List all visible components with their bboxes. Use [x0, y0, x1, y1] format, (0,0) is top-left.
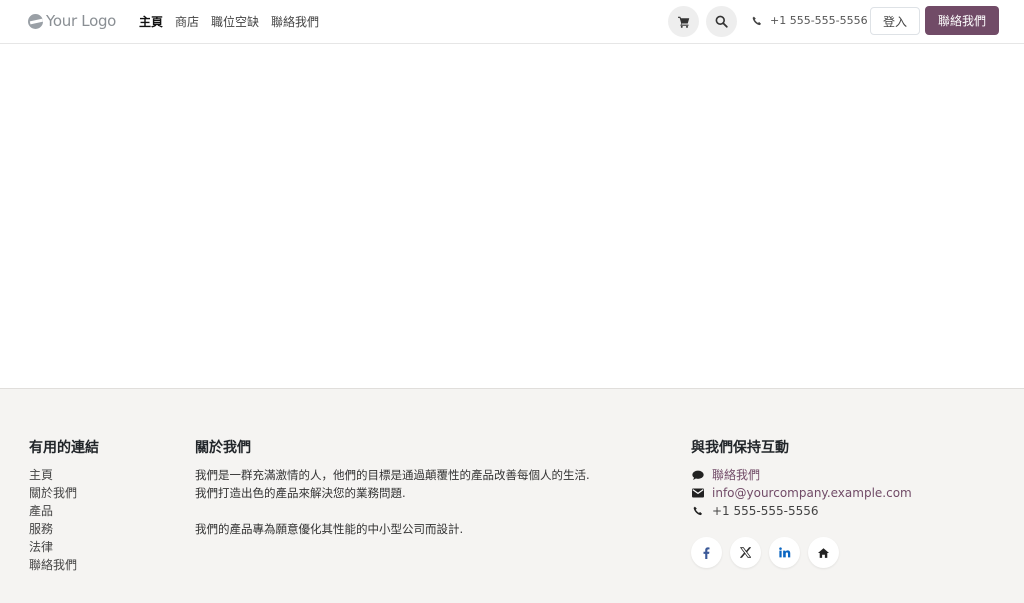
footer-about-paragraph-2: 我們的產品專為願意優化其性能的中小型公司而設計.	[195, 522, 464, 536]
social-links	[691, 537, 912, 568]
cart-icon	[677, 16, 689, 28]
footer-links-list: 主頁 關於我們 產品 服務 法律 聯絡我們	[29, 466, 99, 574]
x-twitter-icon	[740, 547, 751, 558]
footer-connect-column: 與我們保持互動 聯絡我們 info@yourcompany.example.co…	[691, 437, 912, 568]
footer-phone-text[interactable]: +1 555-555-5556	[712, 502, 819, 520]
footer-contact-item[interactable]: 聯絡我們	[691, 466, 912, 484]
site-footer: 有用的連結 主頁 關於我們 產品 服務 法律 聯絡我們 關於我們 我們是一群充滿…	[0, 388, 1024, 603]
footer-link-about[interactable]: 關於我們	[29, 484, 99, 502]
footer-link-contact[interactable]: 聯絡我們	[29, 556, 99, 574]
login-button[interactable]: 登入	[870, 7, 920, 35]
site-header: Your Logo 主頁 商店 職位空缺 聯絡我們 +1 555-555-555…	[0, 0, 1024, 44]
home-button[interactable]	[808, 537, 839, 568]
footer-contact-link[interactable]: 聯絡我們	[712, 466, 760, 484]
cart-button[interactable]	[668, 6, 699, 37]
nav-item-contact[interactable]: 聯絡我們	[271, 13, 319, 30]
search-button[interactable]	[706, 6, 737, 37]
envelope-icon	[691, 488, 704, 498]
footer-about-column: 關於我們 我們是一群充滿激情的人，他們的目標是通過顛覆性的產品改善每個人的生活.…	[195, 437, 595, 538]
nav-item-home[interactable]: 主頁	[139, 13, 163, 30]
footer-about-paragraph-1: 我們是一群充滿激情的人，他們的目標是通過顛覆性的產品改善每個人的生活.我們打造出…	[195, 468, 590, 500]
site-logo[interactable]: Your Logo	[28, 10, 116, 32]
footer-about-title: 關於我們	[195, 440, 251, 456]
facebook-button[interactable]	[691, 537, 722, 568]
footer-contact-list: 聯絡我們 info@yourcompany.example.com +1 555…	[691, 466, 912, 520]
facebook-icon	[703, 546, 710, 559]
comment-icon	[691, 470, 704, 481]
footer-links-column: 有用的連結 主頁 關於我們 產品 服務 法律 聯絡我們	[29, 437, 99, 574]
main-nav: 主頁 商店 職位空缺 聯絡我們	[139, 13, 319, 30]
footer-email-link[interactable]: info@yourcompany.example.com	[712, 484, 912, 502]
footer-link-products[interactable]: 產品	[29, 502, 99, 520]
contact-us-button[interactable]: 聯絡我們	[925, 6, 999, 35]
x-twitter-button[interactable]	[730, 537, 761, 568]
footer-link-legal[interactable]: 法律	[29, 538, 99, 556]
footer-phone-item[interactable]: +1 555-555-5556	[691, 502, 912, 520]
phone-icon	[691, 506, 704, 516]
footer-email-item[interactable]: info@yourcompany.example.com	[691, 484, 912, 502]
phone-icon	[752, 16, 762, 25]
linkedin-button[interactable]	[769, 537, 800, 568]
nav-item-jobs[interactable]: 職位空缺	[211, 13, 259, 30]
logo-text: Your Logo	[46, 12, 117, 30]
footer-connect-title: 與我們保持互動	[691, 440, 789, 456]
footer-links-title: 有用的連結	[29, 440, 99, 456]
logo-icon	[28, 13, 43, 29]
footer-link-home[interactable]: 主頁	[29, 466, 99, 484]
header-phone[interactable]: +1 555-555-5556	[752, 14, 868, 27]
search-icon	[715, 15, 728, 28]
nav-item-shop[interactable]: 商店	[175, 13, 199, 30]
header-phone-text: +1 555-555-5556	[770, 14, 868, 27]
home-icon	[818, 547, 829, 558]
linkedin-icon	[778, 547, 790, 558]
footer-link-services[interactable]: 服務	[29, 520, 99, 538]
